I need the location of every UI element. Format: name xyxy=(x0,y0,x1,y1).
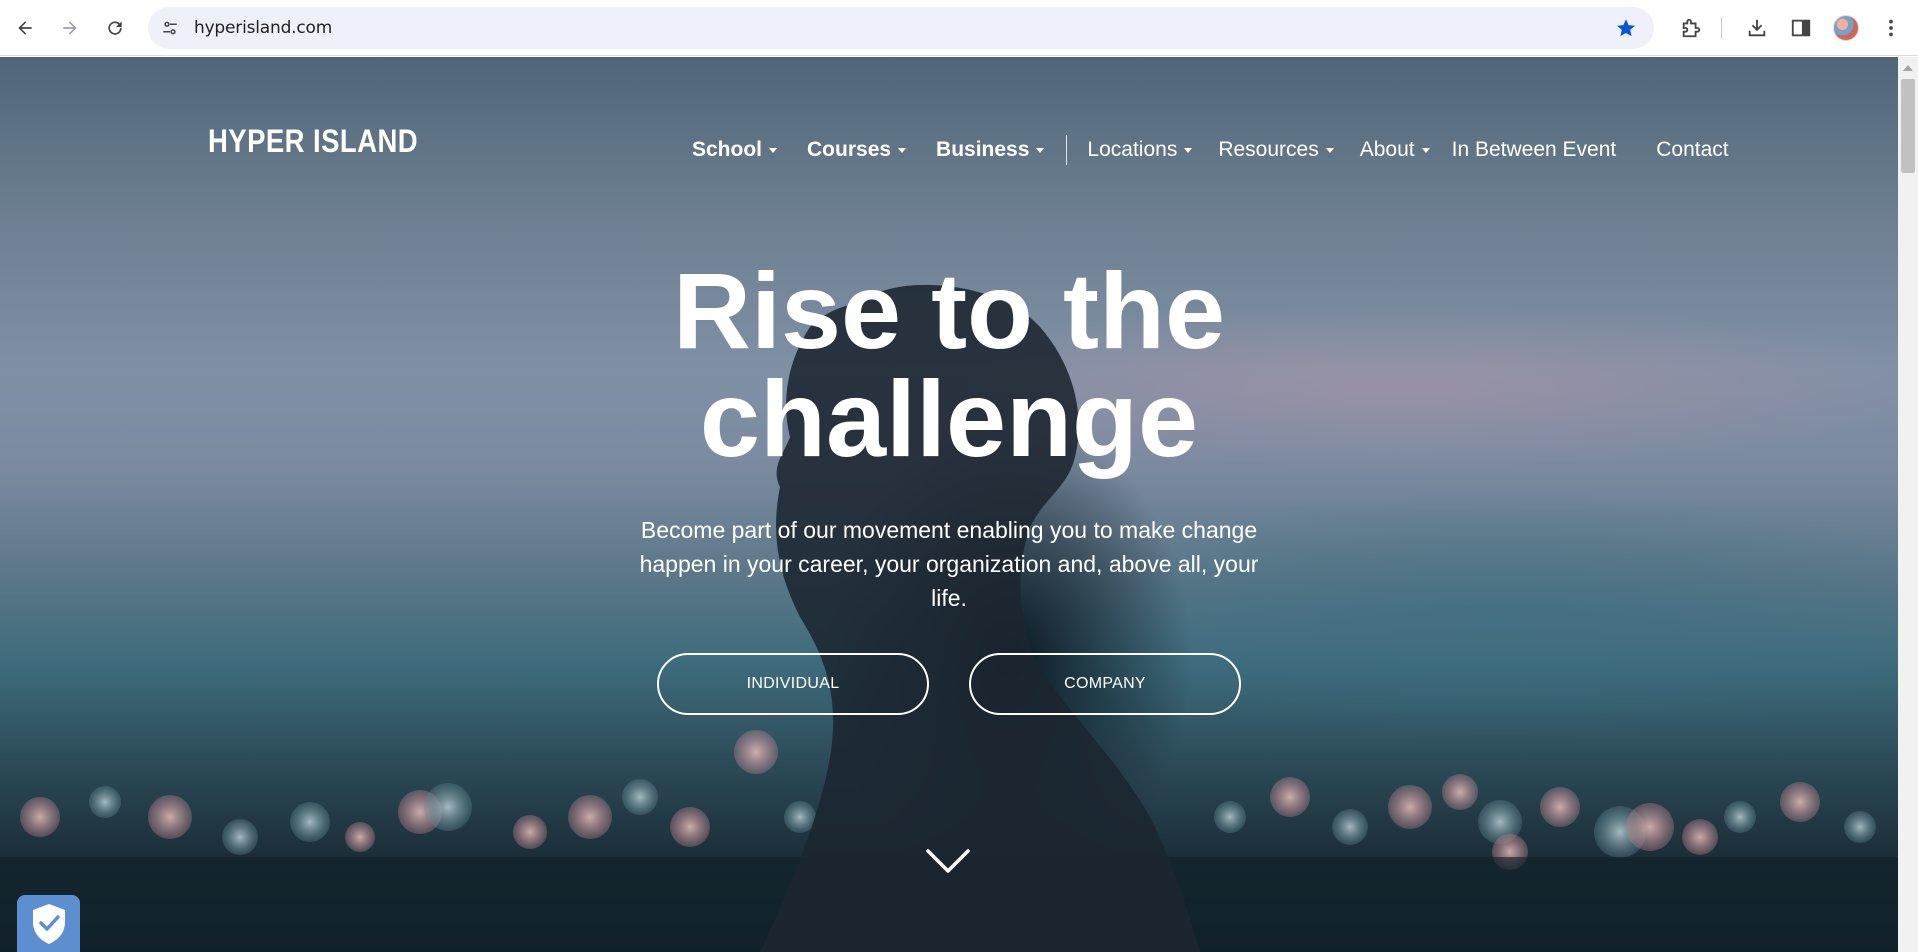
caret-down-icon xyxy=(769,147,778,153)
shield-check-icon xyxy=(32,904,65,944)
caret-down-icon xyxy=(1421,147,1430,153)
individual-button[interactable]: INDIVIDUAL xyxy=(657,653,929,715)
url-text[interactable]: hyperisland.com xyxy=(194,18,332,38)
nav-contact[interactable]: Contact xyxy=(1656,138,1728,162)
nav-locations[interactable]: Locations xyxy=(1087,138,1193,162)
nav-courses[interactable]: Courses xyxy=(807,138,907,162)
tune-icon[interactable] xyxy=(158,16,182,40)
nav-in-between-event[interactable]: In Between Event xyxy=(1452,138,1617,162)
hero-subtitle: Become part of our movement enabling you… xyxy=(639,517,1259,611)
browser-toolbar: hyperisland.com xyxy=(0,0,1918,56)
profile-avatar[interactable] xyxy=(1833,15,1859,41)
site-logo[interactable]: HYPER ISLAND xyxy=(208,123,418,160)
company-button[interactable]: COMPANY xyxy=(969,653,1241,715)
reload-icon xyxy=(108,21,122,35)
side-panel-icon xyxy=(1791,19,1811,37)
browser-menu-button[interactable] xyxy=(1877,14,1905,42)
reload-button[interactable] xyxy=(99,12,131,44)
nav-school[interactable]: School xyxy=(692,138,778,162)
download-icon xyxy=(1748,19,1766,37)
nav-business[interactable]: Business xyxy=(936,138,1045,162)
forward-arrow-icon xyxy=(63,21,77,35)
page-scrollbar[interactable] xyxy=(1898,57,1918,952)
downloads-button[interactable] xyxy=(1743,14,1771,42)
nav-resources-label: Resources xyxy=(1218,138,1319,161)
nav-business-label: Business xyxy=(936,138,1030,161)
caret-down-icon xyxy=(1325,147,1334,153)
extensions-button[interactable] xyxy=(1677,14,1705,42)
puzzle-icon xyxy=(1682,18,1701,38)
nav-about-label: About xyxy=(1359,138,1415,161)
hero-title: Rise to the challenge xyxy=(0,257,1898,473)
nav-about[interactable]: About xyxy=(1360,138,1430,162)
hero-title-line-2: challenge xyxy=(699,358,1199,479)
scroll-up-arrow-icon[interactable] xyxy=(1903,65,1913,71)
kebab-menu-icon xyxy=(1889,19,1893,37)
nav-courses-label: Courses xyxy=(807,138,892,161)
toolbar-divider xyxy=(1721,17,1722,39)
scrollbar-thumb[interactable] xyxy=(1901,79,1915,173)
nav-school-label: School xyxy=(692,138,763,161)
forward-button[interactable] xyxy=(54,12,86,44)
caret-down-icon xyxy=(898,147,907,153)
nav-locations-label: Locations xyxy=(1087,138,1178,161)
hero-background-image xyxy=(0,284,1898,952)
side-panel-button[interactable] xyxy=(1787,14,1815,42)
caret-down-icon xyxy=(1184,147,1193,153)
main-navigation: School Courses Business Locations Resour… xyxy=(692,133,1729,167)
caret-down-icon xyxy=(1036,147,1045,153)
nav-contact-label: Contact xyxy=(1656,138,1729,161)
nav-resources[interactable]: Resources xyxy=(1218,138,1334,162)
chevron-down-icon[interactable] xyxy=(925,847,971,877)
nav-divider xyxy=(1066,135,1068,165)
address-bar[interactable]: hyperisland.com xyxy=(148,7,1654,49)
nav-in-between-event-label: In Between Event xyxy=(1451,138,1617,161)
page-viewport: HYPER ISLAND School Courses Business Loc… xyxy=(0,57,1898,952)
privacy-settings-button[interactable] xyxy=(17,895,80,952)
back-arrow-icon xyxy=(18,21,32,35)
hero-title-line-1: Rise to the xyxy=(672,250,1226,371)
star-icon[interactable] xyxy=(1614,16,1638,40)
back-button[interactable] xyxy=(9,12,41,44)
